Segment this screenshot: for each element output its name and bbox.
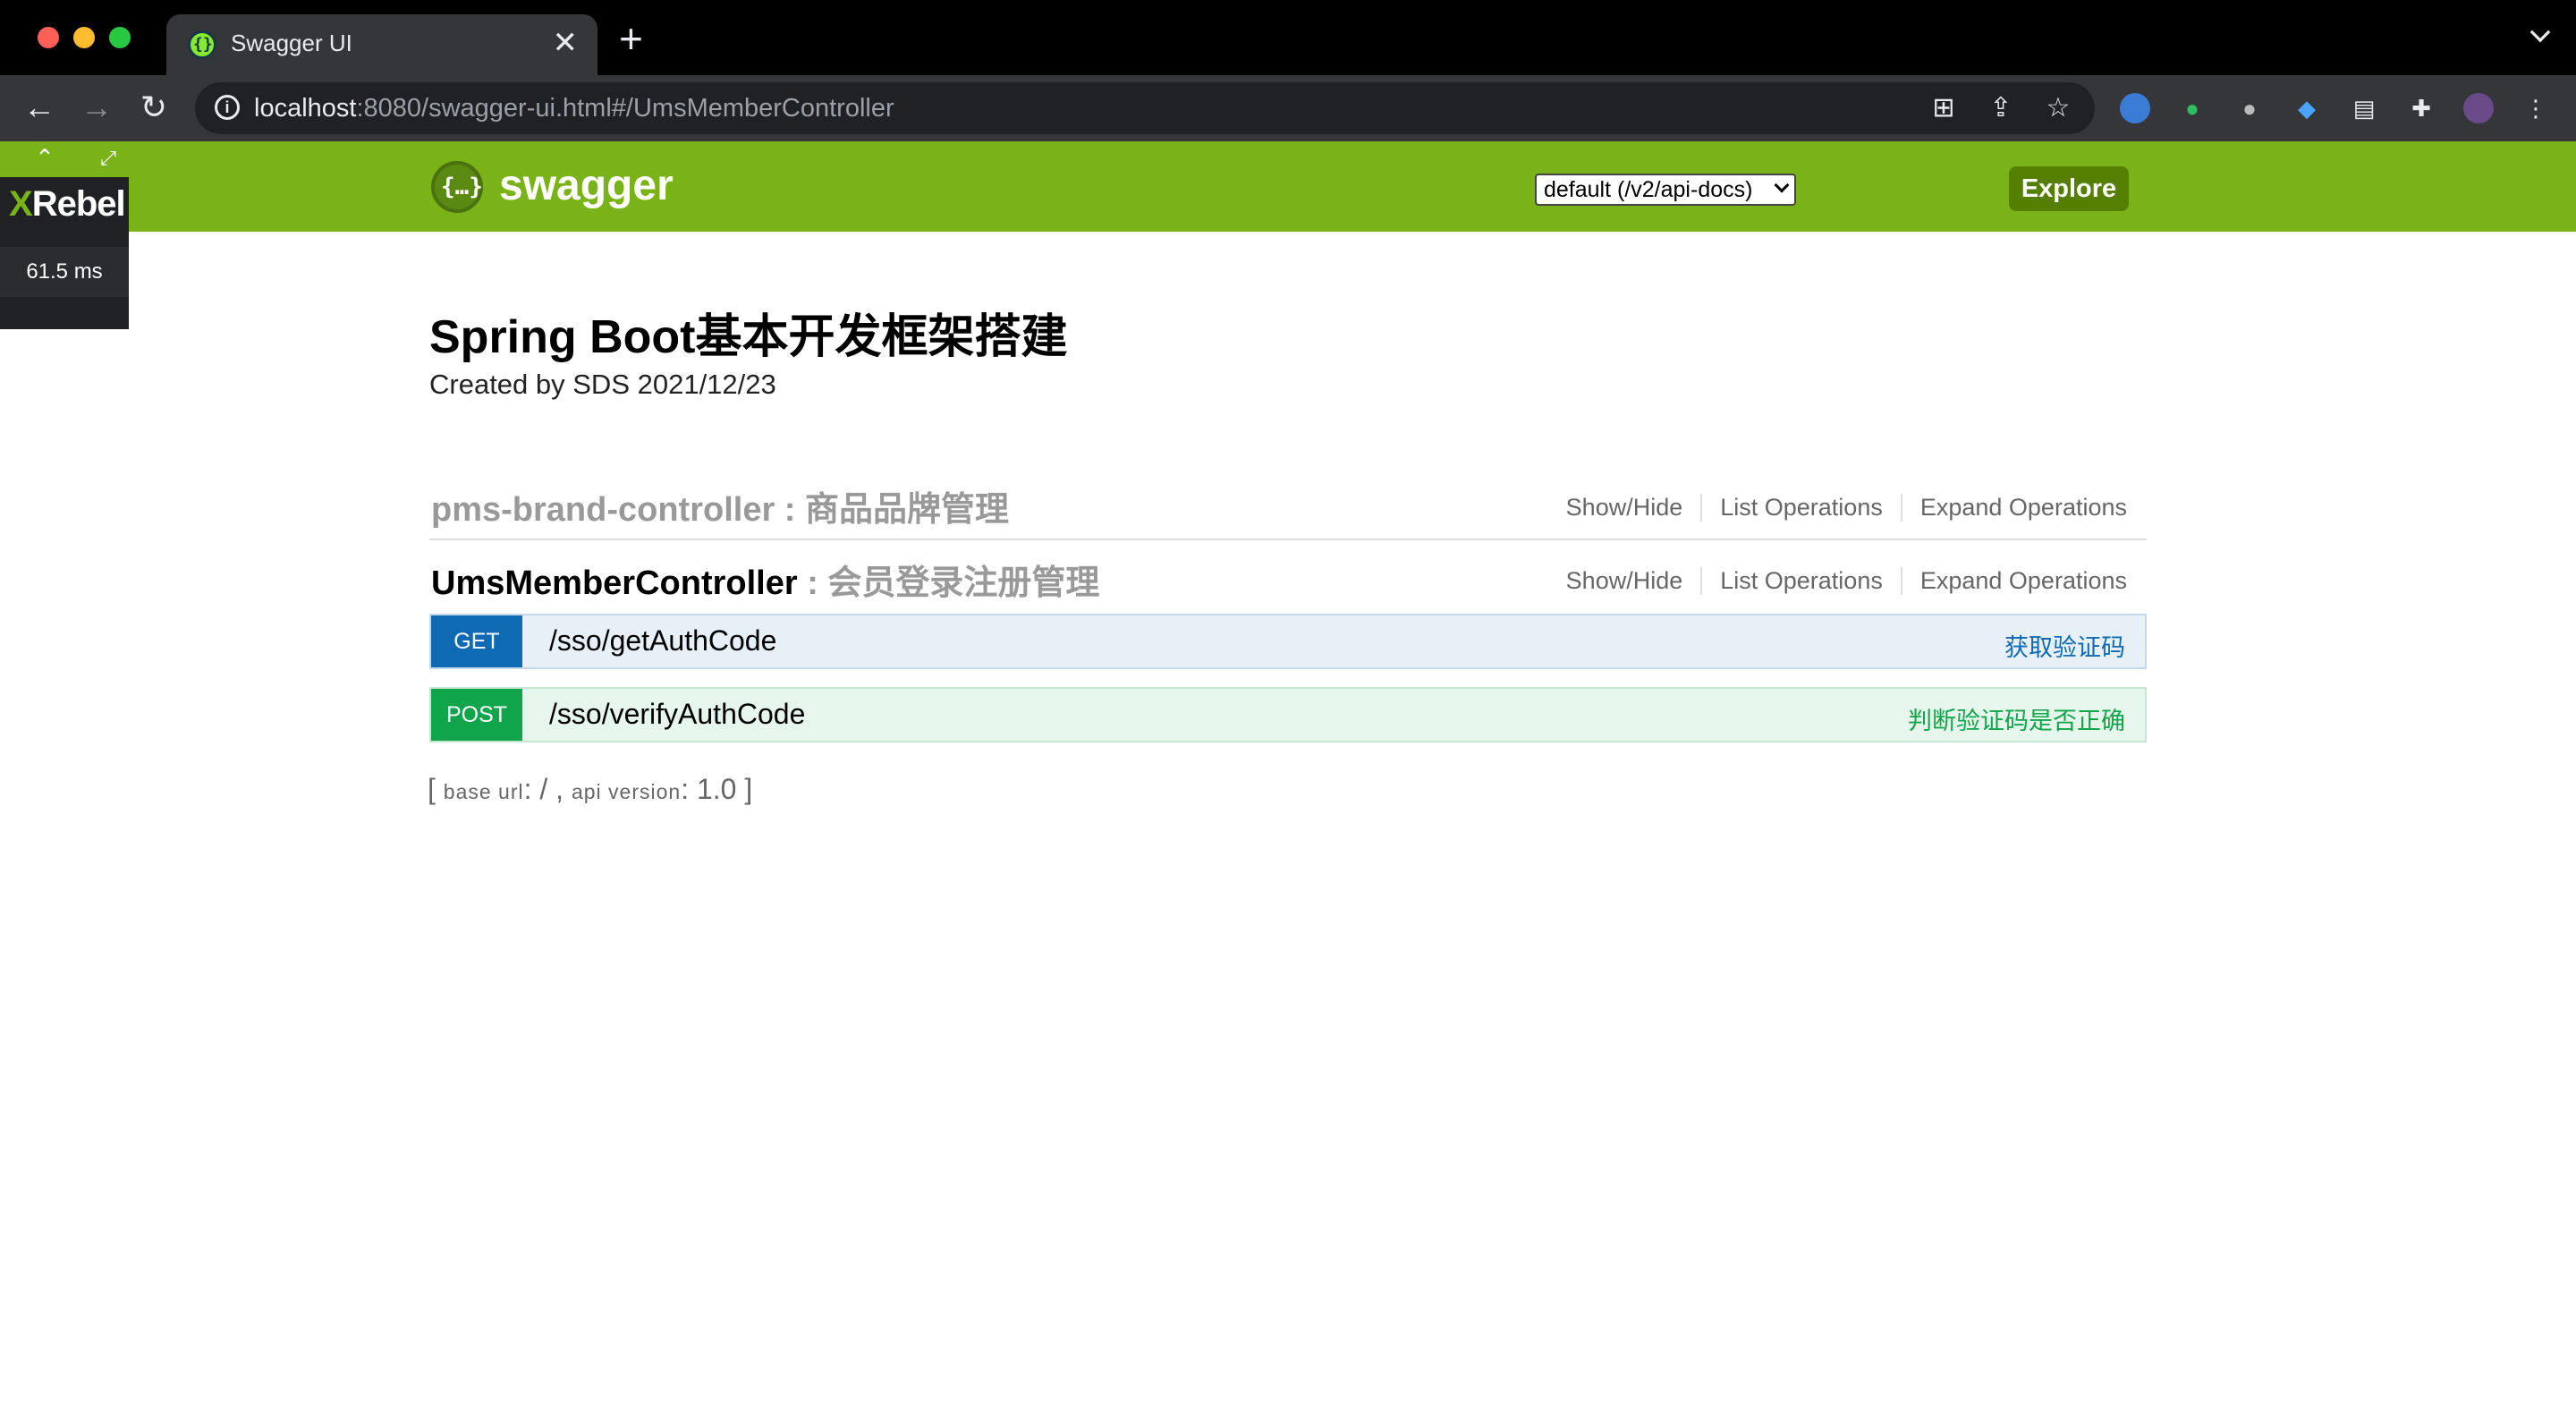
api-version-value: : 1.0: [681, 773, 745, 805]
list-operations-link[interactable]: List Operations: [1700, 567, 1901, 595]
new-tab-button[interactable]: +: [619, 18, 643, 59]
collapse-chevron-icon[interactable]: ⌃: [32, 145, 57, 170]
chevron-down-icon: [1774, 177, 1790, 193]
http-method-badge[interactable]: POST: [431, 689, 522, 741]
close-window-button[interactable]: [38, 27, 59, 48]
operation-verify-auth-code[interactable]: POST /sso/verifyAuthCode 判断验证码是否正确: [429, 687, 2147, 742]
extension-doc-icon[interactable]: ▤: [2349, 93, 2379, 123]
back-arrow-icon[interactable]: ←: [20, 88, 59, 127]
bookmark-star-icon[interactable]: ☆: [2043, 93, 2073, 123]
operation-get-auth-code[interactable]: GET /sso/getAuthCode 获取验证码: [429, 614, 2147, 669]
resource-heading[interactable]: UmsMemberController : 会员登录注册管理: [431, 555, 1099, 604]
minimize-window-button[interactable]: [73, 27, 95, 48]
base-url-label: base url: [443, 780, 524, 803]
browser-tab-bar: Swagger UI ✕ +: [0, 0, 2576, 75]
resource-ums-member-controller: UmsMemberController : 会员登录注册管理 Show/Hide…: [429, 542, 2147, 614]
profile-avatar[interactable]: [2463, 93, 2494, 123]
api-description: Created by SDS 2021/12/23: [429, 369, 776, 400]
swagger-header: {…} swagger default (/v2/api-docs) Explo…: [0, 141, 2576, 232]
xrebel-widget: ⌃ ⤢ XRebel 61.5 ms: [0, 141, 129, 329]
resource-actions: Show/Hide List Operations Expand Operation…: [1548, 494, 2127, 522]
extension-cloud-icon[interactable]: ●: [2234, 93, 2265, 123]
address-bar[interactable]: i localhost:8080/swagger-ui.html#/UmsMem…: [195, 82, 2095, 134]
resource-heading[interactable]: pms-brand-controller : 商品品牌管理: [431, 481, 1009, 530]
xrebel-toolbar: ⌃ ⤢: [0, 141, 129, 177]
browser-toolbar: ← → ↻ i localhost:8080/swagger-ui.html#/…: [0, 75, 2576, 141]
api-title: Spring Boot基本开发框架搭建: [429, 311, 1068, 363]
site-info-icon[interactable]: i: [215, 95, 240, 120]
resource-actions: Show/Hide List Operations Expand Operation…: [1548, 567, 2127, 595]
reload-icon[interactable]: ↻: [134, 88, 174, 127]
forward-arrow-icon[interactable]: →: [77, 88, 116, 127]
tab-search-chevron-icon[interactable]: [2529, 21, 2551, 43]
expand-operations-link[interactable]: Expand Operations: [1900, 567, 2127, 595]
expand-operations-link[interactable]: Expand Operations: [1900, 494, 2127, 522]
evernote-icon[interactable]: ●: [2177, 93, 2207, 123]
show-hide-link[interactable]: Show/Hide: [1548, 567, 1701, 595]
url-text[interactable]: localhost:8080/swagger-ui.html#/UmsMembe…: [254, 94, 894, 123]
api-version-label: api version: [571, 780, 682, 803]
zoom-window-button[interactable]: [109, 27, 131, 48]
tab-title: Swagger UI: [231, 30, 352, 56]
browser-tab-swagger[interactable]: Swagger UI ✕: [166, 14, 597, 75]
http-method-badge[interactable]: GET: [431, 615, 522, 667]
operation-path[interactable]: /sso/verifyAuthCode: [549, 698, 805, 731]
base-url-value: : / ,: [523, 773, 572, 805]
extensions-puzzle-icon[interactable]: ✚: [2406, 93, 2436, 123]
browser-menu-icon[interactable]: ⋮: [2521, 93, 2551, 123]
tab-close-icon[interactable]: ✕: [553, 25, 579, 61]
list-operations-link[interactable]: List Operations: [1700, 494, 1901, 522]
operation-summary[interactable]: 获取验证码: [2004, 628, 2125, 663]
resource-pms-brand-controller: pms-brand-controller : 商品品牌管理 Show/Hide L…: [429, 469, 2147, 540]
swagger-logo-text[interactable]: swagger: [499, 161, 674, 210]
swagger-logo-icon[interactable]: {…}: [431, 161, 483, 213]
expand-icon[interactable]: ⤢: [97, 147, 120, 170]
share-icon[interactable]: ⇪: [1986, 93, 2016, 123]
explore-button[interactable]: Explore: [2009, 166, 2129, 211]
extension-gem-icon[interactable]: ◆: [2292, 93, 2322, 123]
operation-path[interactable]: /sso/getAuthCode: [549, 624, 776, 658]
api-footer-info: [ base url: / , api version: 1.0 ]: [428, 773, 753, 805]
swagger-favicon-icon: [188, 30, 216, 59]
xrebel-logo[interactable]: XRebel: [9, 184, 126, 225]
operation-summary[interactable]: 判断验证码是否正确: [1908, 701, 2125, 736]
xrebel-response-time[interactable]: 61.5 ms: [0, 247, 129, 297]
translate-icon[interactable]: ⊞: [1928, 93, 1959, 123]
show-hide-link[interactable]: Show/Hide: [1548, 494, 1701, 522]
api-definition-select[interactable]: default (/v2/api-docs): [1535, 174, 1796, 206]
extension-color-icon[interactable]: [2120, 93, 2150, 123]
